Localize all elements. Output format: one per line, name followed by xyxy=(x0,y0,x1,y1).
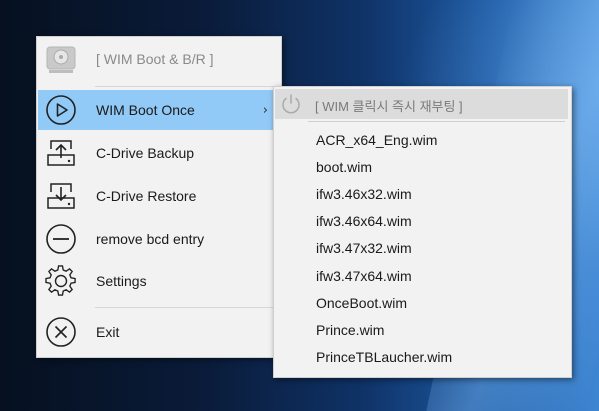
menu-item-settings[interactable]: Settings xyxy=(38,261,280,301)
submenu-item-wim[interactable]: boot.wim xyxy=(316,159,372,179)
submenu-header: [ WIM 클릭시 즉시 재부팅 ] xyxy=(275,89,568,119)
submenu-item-wim[interactable]: ACR_x64_Eng.wim xyxy=(316,132,437,152)
context-menu: [ WIM Boot & B/R ] WIM Boot Once › C-Dri… xyxy=(36,36,282,358)
menu-header-label: [ WIM Boot & B/R ] xyxy=(96,51,214,67)
menu-item-label: C-Drive Backup xyxy=(96,145,195,161)
submenu-item-wim[interactable]: ifw3.46x64.wim xyxy=(316,213,412,233)
menu-item-label: C-Drive Restore xyxy=(96,188,197,204)
menu-item-label: WIM Boot Once xyxy=(96,102,195,118)
drive-upload-icon xyxy=(44,136,78,170)
menu-item-label: remove bcd entry xyxy=(96,231,205,247)
menu-item-label: Exit xyxy=(96,324,120,340)
menu-separator xyxy=(95,307,273,308)
minus-circle-icon xyxy=(44,222,78,256)
submenu-item-wim[interactable]: ifw3.47x64.wim xyxy=(316,268,412,288)
menu-header: [ WIM Boot & B/R ] xyxy=(38,39,280,79)
drive-logo-icon xyxy=(44,42,78,76)
play-circle-icon xyxy=(44,93,78,127)
submenu-item-wim[interactable]: ifw3.47x32.wim xyxy=(316,240,412,260)
close-circle-icon xyxy=(44,315,78,349)
menu-item-remove-bcd-entry[interactable]: remove bcd entry xyxy=(38,219,280,259)
submenu-item-wim[interactable]: Prince.wim xyxy=(316,322,384,342)
menu-item-exit[interactable]: Exit xyxy=(38,312,280,352)
wim-submenu: [ WIM 클릭시 즉시 재부팅 ] ACR_x64_Eng.wim boot.… xyxy=(273,86,572,378)
menu-item-c-drive-restore[interactable]: C-Drive Restore xyxy=(38,176,280,216)
submenu-item-wim[interactable]: ifw3.46x32.wim xyxy=(316,186,412,206)
menu-separator xyxy=(95,86,273,87)
submenu-item-wim[interactable]: OnceBoot.wim xyxy=(316,295,407,315)
drive-download-icon xyxy=(44,179,78,213)
submenu-separator xyxy=(308,121,565,122)
menu-item-wim-boot-once[interactable]: WIM Boot Once › xyxy=(38,90,280,130)
chevron-right-icon: › xyxy=(262,102,268,118)
menu-item-label: Settings xyxy=(96,273,147,289)
menu-item-c-drive-backup[interactable]: C-Drive Backup xyxy=(38,133,280,173)
submenu-item-wim[interactable]: PrinceTBLaucher.wim xyxy=(316,349,452,369)
power-icon xyxy=(279,92,303,116)
gear-icon xyxy=(44,264,78,298)
submenu-header-label: [ WIM 클릭시 즉시 재부팅 ] xyxy=(315,99,463,114)
